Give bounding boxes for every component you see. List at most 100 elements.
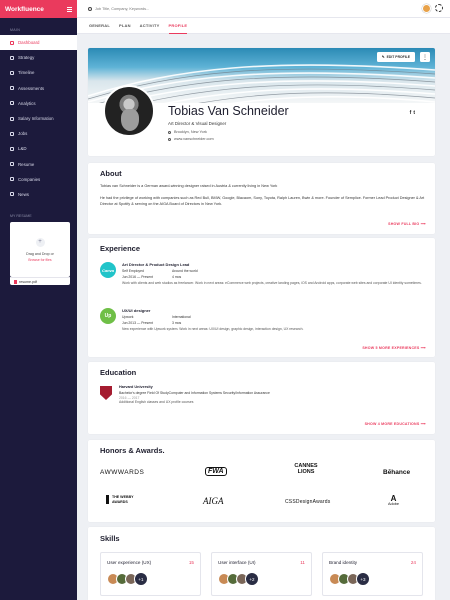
resume-file-name: resume.pdf: [19, 279, 37, 284]
dashboard-icon: [10, 40, 14, 45]
sidebar-item-label: Strategy: [18, 55, 35, 61]
experience-company: Upwork: [122, 315, 134, 319]
user-avatar[interactable]: [422, 4, 431, 13]
sidebar-item-strategy[interactable]: Strategy: [0, 50, 77, 65]
edit-profile-label: EDIT PROFILE: [386, 55, 410, 59]
news-icon: [10, 192, 14, 197]
profile-avatar: [103, 85, 155, 137]
sidebar-section-label: MAIN: [10, 28, 21, 32]
skill-card[interactable]: Brand identity 24 +3: [322, 552, 423, 596]
cannes-lions-logo: CANNES LIONS: [294, 463, 318, 475]
pencil-icon: ✎: [381, 55, 385, 59]
webby-awards-logo: THE WEBBY AWARDS: [106, 495, 134, 504]
profile-website[interactable]: www.vanschneider.com: [168, 137, 214, 141]
sidebar-item-label: Dashboard: [18, 40, 40, 46]
experience-job-title: Art Director & Product Design Lead: [122, 262, 190, 267]
arrow-right-icon: ⟶: [420, 422, 426, 426]
brand-logo[interactable]: Workfluence: [5, 6, 44, 13]
skills-card: Skills User experience (UX) 15 +1 User i…: [88, 527, 435, 600]
education-school: Harvard University: [119, 385, 153, 389]
experience-card: Experience Canva Art Director & Product …: [88, 238, 435, 357]
skill-count: 24: [410, 560, 416, 565]
more-options-icon[interactable]: ⋮: [420, 52, 430, 62]
sidebar-item-assessments[interactable]: Assessments: [0, 81, 77, 96]
facebook-icon[interactable]: f: [410, 110, 412, 116]
education-title: Education: [100, 368, 137, 377]
sidebar-item-label: Salary Information: [18, 116, 54, 122]
menu-icon[interactable]: [67, 6, 72, 12]
show-more-educations-label: SHOW 4 MORE EDUCATIONS: [364, 422, 420, 426]
show-full-bio-link[interactable]: SHOW FULL BIO ⟶: [388, 222, 426, 226]
social-links: f t: [410, 110, 415, 116]
settings-icon[interactable]: [435, 4, 443, 12]
about-title: About: [100, 169, 122, 178]
edit-profile-button[interactable]: ✎ EDIT PROFILE: [376, 52, 415, 62]
sidebar-item-resume[interactable]: Resume: [0, 157, 77, 172]
more-endorsers-badge[interactable]: +1: [134, 572, 148, 586]
sidebar-item-timeline[interactable]: Timeline: [0, 65, 77, 80]
canva-logo: Canva: [100, 262, 116, 278]
upload-icon: +: [35, 237, 45, 247]
skill-count: 15: [188, 560, 194, 565]
experience-title: Experience: [100, 244, 141, 253]
skill-name: User interface (UI): [218, 560, 256, 565]
sidebar-item-label: Analytics: [18, 100, 36, 106]
resume-file[interactable]: resume.pdf: [10, 277, 70, 286]
profile-card: ✎ EDIT PROFILE ⋮ Tobias Van Schneider Art…: [88, 48, 435, 156]
skill-card[interactable]: User experience (UX) 15 +1: [100, 552, 201, 596]
sidebar: Workfluence MAIN Dashboard Strategy Time…: [0, 0, 77, 600]
experience-type: International: [172, 315, 191, 319]
show-full-bio-label: SHOW FULL BIO: [388, 222, 420, 226]
skill-endorsers: +2: [218, 572, 259, 586]
sidebar-item-analytics[interactable]: Analytics: [0, 96, 77, 111]
behance-logo: Bēhance: [383, 469, 411, 476]
sidebar-item-salary[interactable]: Salary Information: [0, 111, 77, 126]
skill-count: 11: [300, 560, 305, 565]
brand-bar: Workfluence: [0, 0, 77, 18]
more-endorsers-badge[interactable]: +3: [356, 572, 370, 586]
tab-general[interactable]: GENERAL: [89, 18, 110, 34]
arrow-right-icon: ⟶: [420, 222, 426, 226]
harvard-shield-logo: [100, 386, 112, 400]
fwa-logo: FWA: [205, 467, 227, 476]
experience-dates: Jun 2013 — Present: [122, 321, 153, 325]
show-more-educations-link[interactable]: SHOW 4 MORE EDUCATIONS ⟶: [365, 422, 426, 426]
browse-files-link[interactable]: Browse for files: [28, 258, 51, 262]
resume-icon: [10, 162, 14, 167]
adobe-logo: A Adobe: [388, 495, 399, 507]
sidebar-item-companies[interactable]: Companies: [0, 172, 77, 187]
pdf-icon: [14, 279, 17, 284]
sidebar-item-news[interactable]: News: [0, 187, 77, 202]
skill-endorsers: +1: [107, 572, 148, 586]
skill-card[interactable]: User interface (UI) 11 +2: [211, 552, 312, 596]
assessments-icon: [10, 86, 14, 91]
sidebar-item-label: Resume: [18, 161, 35, 167]
profile-tabs: GENERAL PLAN ACTIVITY PROFILE: [77, 18, 450, 34]
sidebar-item-ld[interactable]: L&D: [0, 141, 77, 156]
twitter-icon[interactable]: t: [413, 110, 415, 116]
link-icon: [168, 137, 171, 141]
sidebar-nav: Dashboard Strategy Timeline Assessments …: [0, 35, 77, 202]
skill-name: Brand identity: [329, 560, 358, 565]
show-more-experiences-link[interactable]: SHOW 5 MORE EXPERIENCES ⟶: [362, 346, 426, 350]
upload-dropzone[interactable]: + Drag and Drop or Browse for files: [10, 222, 70, 278]
tab-profile[interactable]: PROFILE: [168, 18, 188, 34]
sidebar-item-dashboard[interactable]: Dashboard: [0, 35, 77, 51]
honors-title: Honors & Awards.: [100, 446, 165, 455]
tab-activity[interactable]: ACTIVITY: [140, 18, 160, 34]
strategy-icon: [10, 55, 14, 60]
profile-name: Tobias Van Schneider: [168, 104, 289, 118]
experience-description: New experience with Upwork system. Work …: [122, 327, 304, 331]
more-endorsers-badge[interactable]: +2: [245, 572, 259, 586]
search-input[interactable]: [95, 6, 295, 11]
timeline-icon: [10, 70, 14, 75]
sidebar-item-jobs[interactable]: Jobs: [0, 126, 77, 141]
sidebar-item-label: Timeline: [18, 70, 35, 76]
skill-name: User experience (UX): [107, 560, 152, 565]
adobe-label: Adobe: [388, 502, 399, 506]
experience-duration: 4 mos: [172, 275, 182, 279]
awwwards-logo: AWWWARDS: [100, 469, 145, 476]
experience-dates: Jun 2016 — Present: [122, 275, 153, 279]
tab-plan[interactable]: PLAN: [119, 18, 131, 34]
honors-card: Honors & Awards. AWWWARDS FWA CANNES LIO…: [88, 440, 435, 522]
